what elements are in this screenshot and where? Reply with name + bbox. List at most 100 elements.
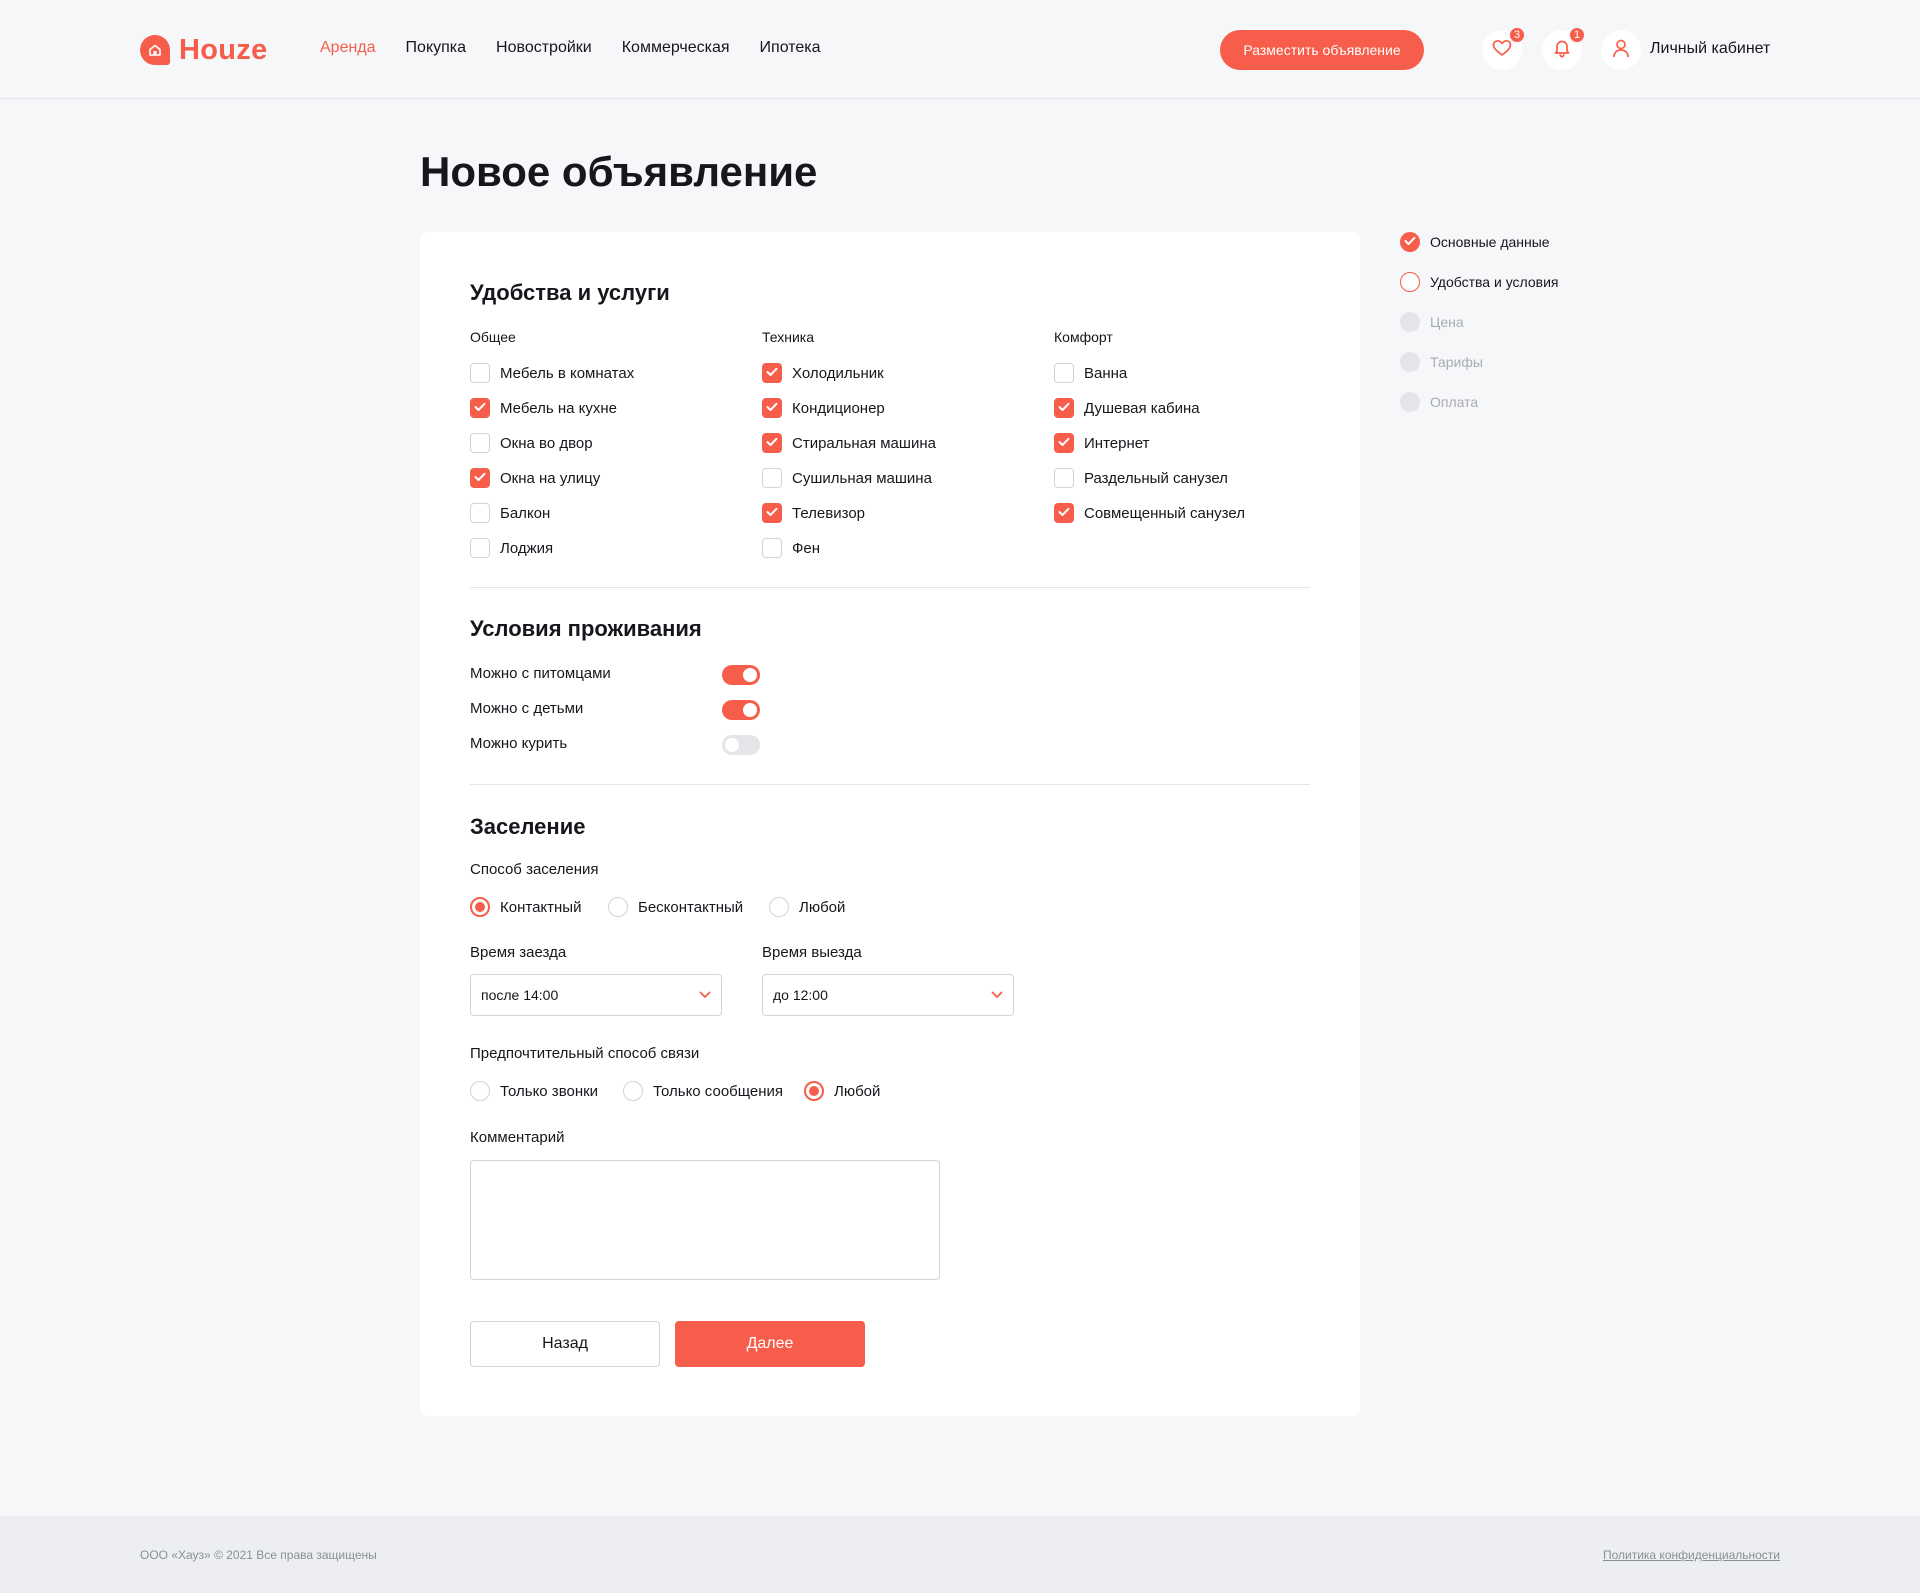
checkmark-icon [1058, 399, 1070, 417]
amenity-checkbox-row[interactable]: Окна на улицу [470, 468, 600, 488]
arrival-time-select[interactable]: после 14:00 [470, 974, 722, 1016]
nav-item-buy[interactable]: Покупка [406, 39, 467, 57]
checkbox[interactable] [470, 363, 490, 383]
arrival-time-label: Время заезда [470, 944, 567, 961]
amenity-checkbox-row[interactable]: Сушильная машина [762, 468, 932, 488]
radio-button[interactable] [470, 1081, 490, 1101]
amenity-checkbox-row[interactable]: Интернет [1054, 433, 1149, 453]
account-avatar-button[interactable] [1601, 30, 1641, 70]
comment-label: Комментарий [470, 1129, 565, 1146]
post-listing-button[interactable]: Разместить объявление [1220, 30, 1424, 70]
checkbox[interactable] [1054, 363, 1074, 383]
amenity-checkbox-row[interactable]: Ванна [1054, 363, 1127, 383]
amenity-checkbox-row[interactable]: Мебель на кухне [470, 398, 617, 418]
nav-item-commercial[interactable]: Коммерческая [622, 39, 730, 57]
checkbox[interactable] [470, 503, 490, 523]
step-label: Удобства и условия [1430, 274, 1559, 290]
step-status-indicator [1400, 352, 1420, 372]
toggle-label-pets: Можно с питомцами [470, 665, 611, 682]
radio-button[interactable] [608, 897, 628, 917]
toggle-label-kids: Можно с детьми [470, 700, 584, 717]
checkbox[interactable] [1054, 398, 1074, 418]
amenities-column-title-appliances: Техника [762, 329, 815, 345]
logo[interactable]: Houze [140, 33, 268, 67]
radio-button[interactable] [470, 897, 490, 917]
radio-button[interactable] [623, 1081, 643, 1101]
checkbox[interactable] [470, 398, 490, 418]
contact-method-option[interactable]: Любой [804, 1081, 880, 1101]
checkin-method-option[interactable]: Любой [769, 897, 845, 917]
amenity-checkbox-row[interactable]: Окна во двор [470, 433, 593, 453]
amenity-checkbox-row[interactable]: Совмещенный санузел [1054, 503, 1245, 523]
favorites-button[interactable]: 3 [1482, 26, 1526, 70]
departure-time-label: Время выезда [762, 944, 862, 961]
amenity-checkbox-row[interactable]: Душевая кабина [1054, 398, 1200, 418]
step-item[interactable]: Тарифы [1400, 352, 1483, 372]
toggle-knob [743, 703, 757, 717]
amenity-checkbox-row[interactable]: Раздельный санузел [1054, 468, 1228, 488]
amenity-checkbox-row[interactable]: Кондиционер [762, 398, 885, 418]
amenities-section-title: Удобства и услуги [470, 280, 670, 305]
section-divider [470, 784, 1310, 785]
checkbox[interactable] [762, 433, 782, 453]
contact-method-option[interactable]: Только звонки [470, 1081, 598, 1101]
checkbox-label: Окна во двор [500, 434, 593, 452]
departure-time-select[interactable]: до 12:00 [762, 974, 1014, 1016]
checkbox[interactable] [1054, 468, 1074, 488]
amenity-checkbox-row[interactable]: Балкон [470, 503, 550, 523]
nav-item-mortgage[interactable]: Ипотека [760, 39, 821, 57]
step-item[interactable]: Оплата [1400, 392, 1478, 412]
checkbox[interactable] [470, 433, 490, 453]
toggle-switch-kids[interactable] [722, 700, 760, 720]
radio-button[interactable] [769, 897, 789, 917]
nav-item-rent[interactable]: Аренда [320, 39, 376, 57]
radio-button[interactable] [804, 1081, 824, 1101]
chevron-down-icon [699, 986, 711, 1004]
checkin-section-title: Заселение [470, 814, 586, 839]
step-status-indicator [1400, 312, 1420, 332]
toggle-switch-pets[interactable] [722, 665, 760, 685]
checkbox[interactable] [470, 538, 490, 558]
checkin-method-option[interactable]: Бесконтактный [608, 897, 743, 917]
copyright-text: ООО «Хауз» © 2021 Все права защищены [140, 1548, 377, 1562]
checkbox-label: Балкон [500, 504, 551, 522]
comment-textarea[interactable] [470, 1160, 940, 1280]
account-link[interactable]: Личный кабинет [1650, 40, 1770, 58]
step-item[interactable]: Основные данные [1400, 232, 1550, 252]
notifications-button[interactable]: 1 [1542, 26, 1586, 70]
checkbox-label: Мебель в комнатах [500, 364, 635, 382]
step-label: Тарифы [1430, 354, 1483, 370]
step-label: Оплата [1430, 394, 1479, 410]
checkbox[interactable] [762, 538, 782, 558]
amenity-checkbox-row[interactable]: Стиральная машина [762, 433, 936, 453]
amenity-checkbox-row[interactable]: Мебель в комнатах [470, 363, 634, 383]
checkmark-icon [766, 434, 778, 452]
checkbox-label: Фен [792, 539, 821, 557]
contact-method-option[interactable]: Только сообщения [623, 1081, 783, 1101]
checkin-method-option[interactable]: Контактный [470, 897, 581, 917]
heart-icon [1492, 39, 1512, 62]
amenities-column-title-general: Общее [470, 329, 516, 345]
next-button[interactable]: Далее [675, 1321, 865, 1367]
checkbox-label: Окна на улицу [500, 469, 601, 487]
checkbox[interactable] [1054, 433, 1074, 453]
amenity-checkbox-row[interactable]: Лоджия [470, 538, 553, 558]
contact-method-label: Предпочтительный способ связи [470, 1045, 700, 1062]
radio-label: Только звонки [500, 1082, 599, 1100]
checkbox[interactable] [762, 503, 782, 523]
back-button[interactable]: Назад [470, 1321, 660, 1367]
checkbox[interactable] [470, 468, 490, 488]
step-item[interactable]: Цена [1400, 312, 1464, 332]
amenity-checkbox-row[interactable]: Телевизор [762, 503, 865, 523]
arrival-time-value: после 14:00 [481, 987, 559, 1003]
checkbox[interactable] [762, 468, 782, 488]
checkbox[interactable] [762, 363, 782, 383]
step-item[interactable]: Удобства и условия [1400, 272, 1559, 292]
toggle-switch-smoking[interactable] [722, 735, 760, 755]
checkbox[interactable] [1054, 503, 1074, 523]
amenity-checkbox-row[interactable]: Фен [762, 538, 820, 558]
privacy-policy-link[interactable]: Политика конфиденциальности [1603, 1548, 1780, 1562]
checkbox[interactable] [762, 398, 782, 418]
nav-item-new-buildings[interactable]: Новостройки [496, 39, 592, 57]
amenity-checkbox-row[interactable]: Холодильник [762, 363, 884, 383]
